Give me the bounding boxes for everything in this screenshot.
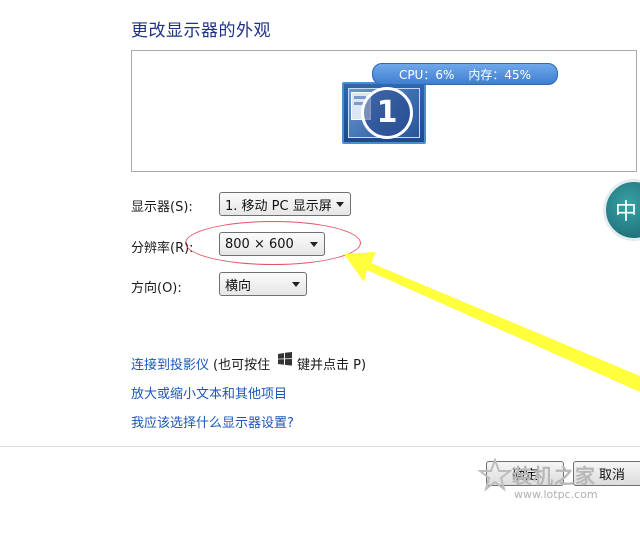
watermark-title: 装机之家 (512, 464, 596, 488)
footer-divider (0, 446, 640, 447)
watermark: 装机之家 www.lotpc.com (478, 452, 638, 530)
watermark-url: www.lotpc.com (514, 488, 598, 501)
star-logo-icon (478, 458, 512, 492)
floating-badge-text: 中 (615, 200, 638, 225)
